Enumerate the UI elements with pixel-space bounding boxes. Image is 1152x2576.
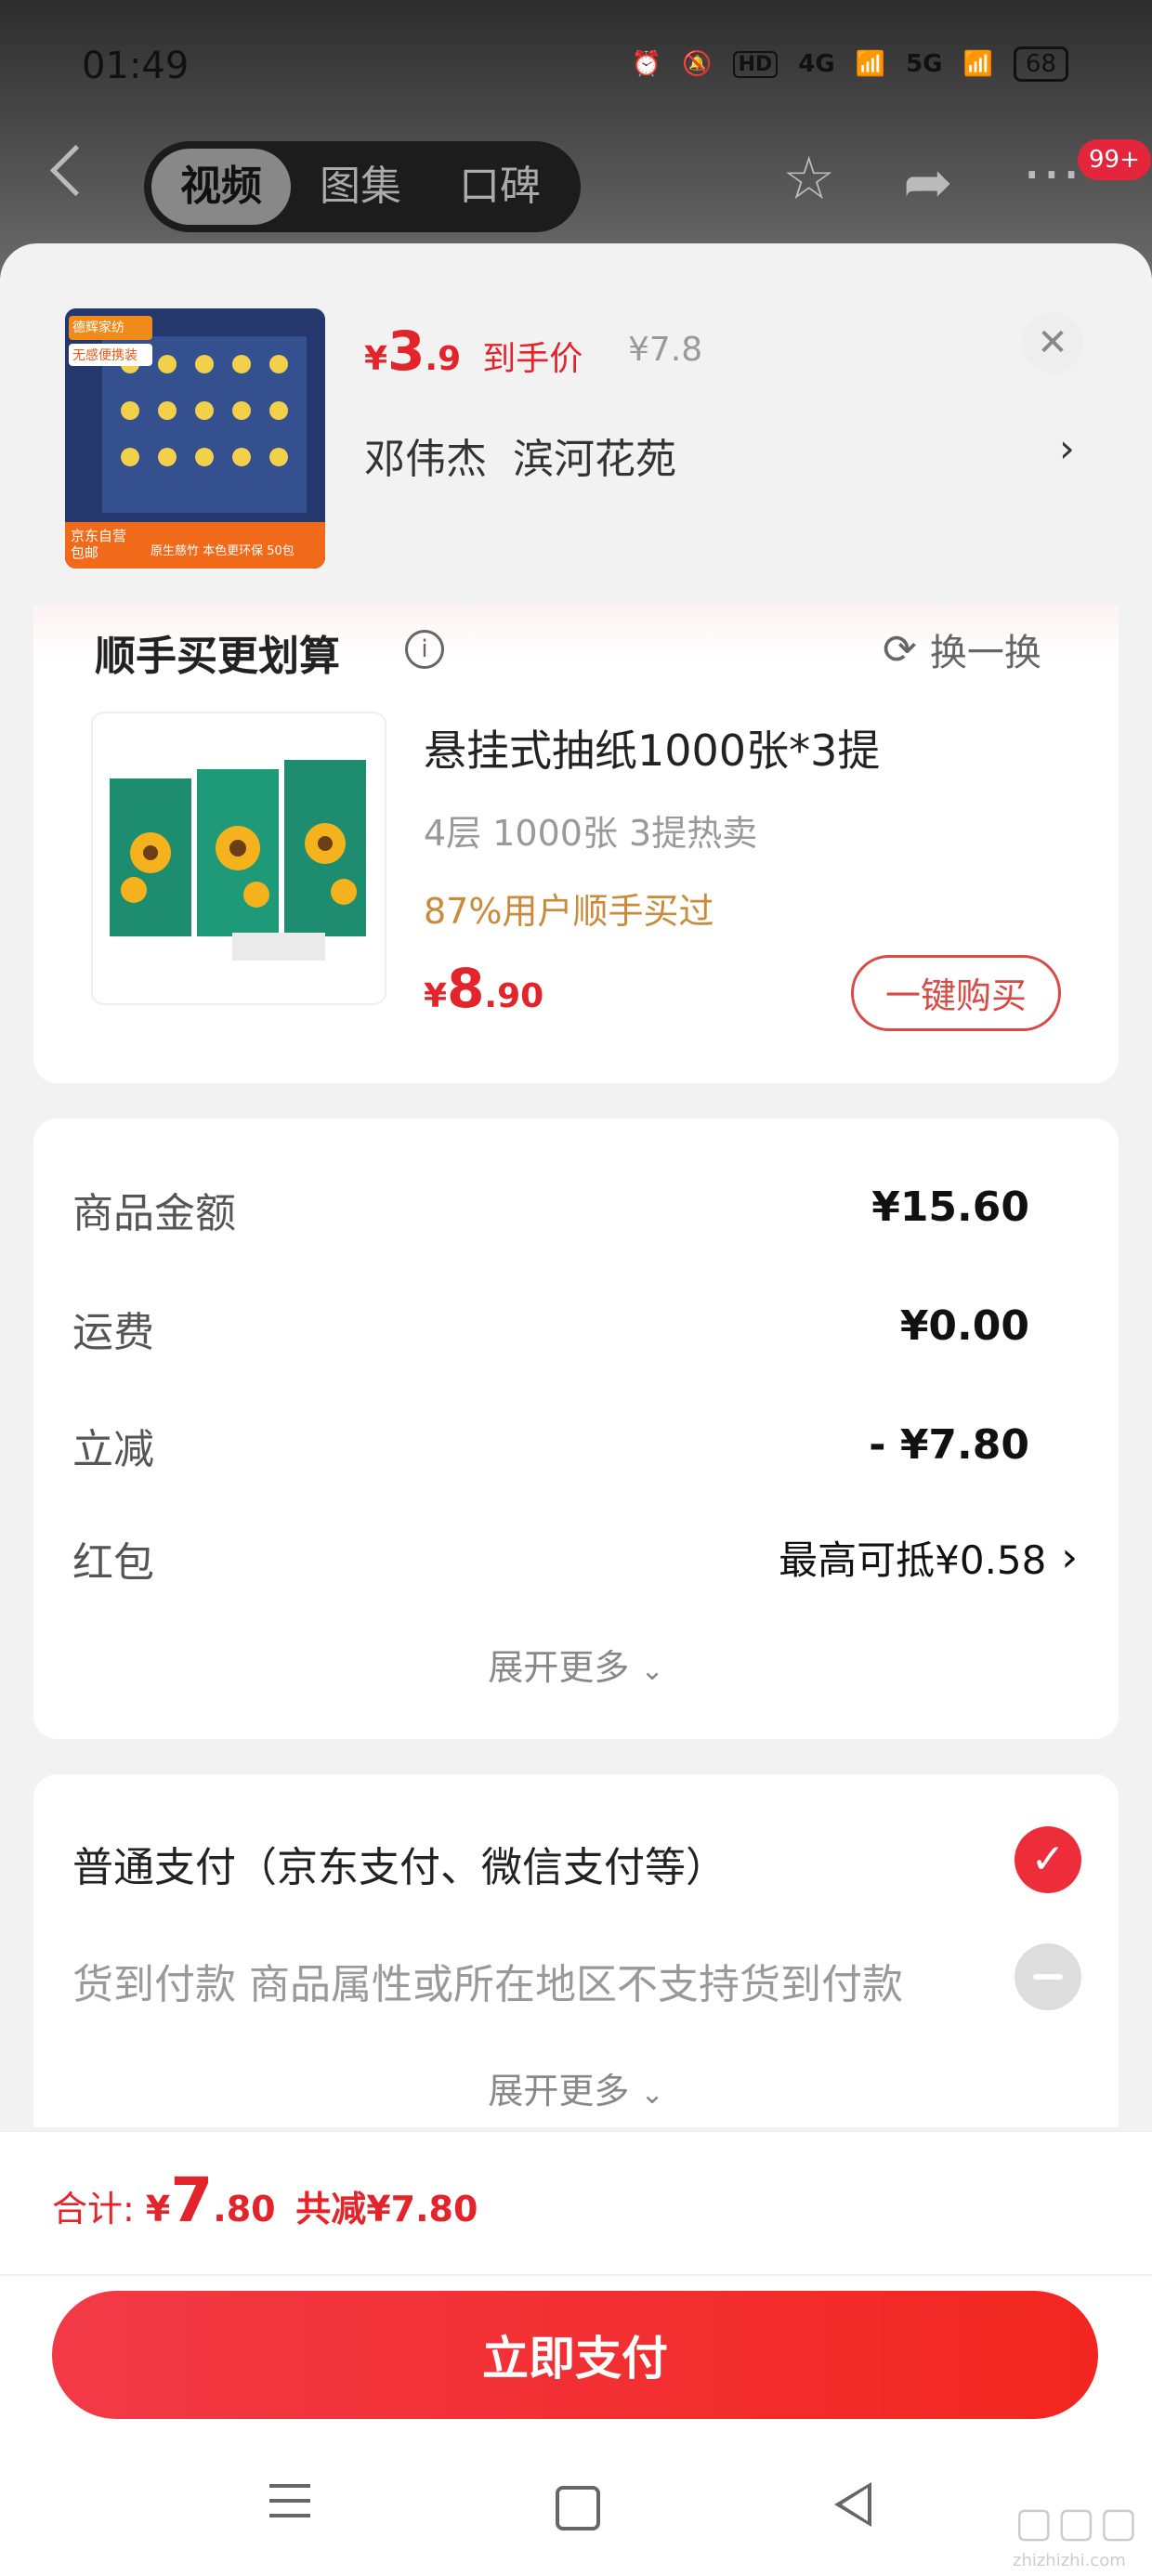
summary-label-shipping: 运费	[72, 1309, 154, 1356]
tab-gallery[interactable]: 图集	[291, 149, 430, 225]
product-price: ¥3.9 到手价	[364, 320, 583, 383]
total-currency: ¥	[145, 2189, 171, 2229]
summary-value-shipping: ¥0.00	[899, 1302, 1029, 1350]
thumb-tag-1: 德辉家纺	[72, 320, 124, 335]
signal-icon: 📶	[855, 50, 886, 78]
total-label: 合计:	[52, 2189, 146, 2229]
payment-expand-label: 展开更多	[488, 2071, 630, 2112]
home-icon[interactable]	[556, 2486, 600, 2530]
delivery-address[interactable]: 邓伟杰 滨河花苑	[364, 425, 676, 485]
share-icon[interactable]: ➦	[903, 149, 953, 217]
summary-value-redpacket: 最高可抵¥0.58	[779, 1537, 1047, 1583]
refresh-button[interactable]: ⟳ 换一换	[883, 622, 1041, 676]
redpacket-chevron-icon: ›	[1061, 1534, 1078, 1581]
status-time: 01:49	[82, 45, 190, 87]
refresh-label: 换一换	[929, 632, 1041, 674]
summary-label-goods: 商品金额	[72, 1190, 236, 1237]
product-thumbnail[interactable]: 德辉家纺 无感便携装 京东自营 包邮 原生慈竹 本色更环保 50包	[65, 308, 325, 569]
one-click-buy-button[interactable]: 一键购买	[851, 955, 1061, 1031]
payment-cod-disabled-icon	[1015, 1943, 1081, 2010]
more-icon[interactable]: ⋯	[1022, 139, 1081, 208]
price-label: 到手价	[482, 340, 583, 378]
summary-label-redpacket: 红包	[72, 1539, 154, 1587]
hd-label: HD	[732, 50, 779, 78]
thumb-footer-right: 原生慈竹 本色更环保 50包	[151, 544, 295, 558]
payment-expand-button[interactable]: 展开更多 ⌄	[0, 2062, 1152, 2113]
addon-price-currency: ¥	[424, 977, 448, 1015]
info-icon[interactable]: i	[405, 630, 444, 669]
summary-value-discount: - ¥7.80	[869, 1421, 1029, 1469]
address-chevron-icon[interactable]: ›	[1059, 425, 1075, 471]
addon-item-sub: 4层 1000张 3提热卖	[424, 813, 758, 854]
refresh-icon: ⟳	[883, 625, 917, 673]
summary-expand-button[interactable]: 展开更多 ⌄	[0, 1639, 1152, 1690]
network-4g-label: 4G	[798, 50, 835, 78]
thumb-footer-left: 京东自营 包邮	[71, 528, 127, 561]
summary-value-goods: ¥15.60	[871, 1183, 1029, 1231]
total-integer: 7	[170, 2164, 214, 2236]
price-integer: 3	[387, 320, 425, 383]
payment-cod-label: 货到付款 商品属性或所在地区不支持货到付款	[72, 1961, 903, 2008]
addon-item-title[interactable]: 悬挂式抽纸1000张*3提	[424, 717, 880, 778]
payment-normal-label[interactable]: 普通支付（京东支付、微信支付等）	[72, 1834, 727, 1893]
battery-icon: 68	[1013, 46, 1068, 82]
payment-normal-checkbox[interactable]: ✓	[1015, 1826, 1081, 1893]
signal-icon-2: 📶	[962, 50, 993, 78]
addon-price-integer: 8	[447, 957, 485, 1020]
original-price: ¥7.8	[628, 331, 703, 369]
pay-now-button[interactable]: 立即支付	[52, 2291, 1098, 2419]
total-decimal: .80	[213, 2189, 276, 2229]
media-tabs: 视频 图集 口碑	[144, 141, 581, 232]
notification-badge: 99+	[1078, 139, 1151, 180]
chevron-down-icon-2: ⌄	[640, 2078, 664, 2111]
star-icon[interactable]: ☆	[782, 145, 835, 214]
thumb-tag-2: 无感便携装	[72, 348, 137, 363]
footer-divider	[0, 2274, 1152, 2276]
addon-section-title: 顺手买更划算	[95, 633, 340, 680]
addon-social-proof: 87%用户顺手买过	[424, 891, 714, 932]
mute-icon: 🔕	[682, 50, 713, 78]
total-line: 合计: ¥7.80 共减¥7.80	[52, 2164, 478, 2236]
addon-thumbnail[interactable]	[91, 712, 386, 1005]
price-currency: ¥	[364, 340, 388, 378]
video-header	[0, 0, 1152, 279]
addon-price: ¥8.90	[424, 957, 543, 1020]
summary-label-discount: 立减	[72, 1426, 154, 1473]
status-bar-icons: ⏰ 🔕 HD 4G 📶 5G 📶 68	[632, 46, 1068, 82]
back-nav-icon-inner	[842, 2488, 868, 2521]
network-5g-label: 5G	[906, 50, 943, 78]
close-button[interactable]: ✕	[1022, 312, 1083, 373]
watermark-logo: ▢▢▢	[1015, 2499, 1142, 2546]
watermark: zhizhizhi.com	[1013, 2551, 1126, 2570]
summary-expand-label: 展开更多	[488, 1647, 630, 1688]
alarm-icon: ⏰	[631, 50, 662, 78]
total-saved: 共减¥7.80	[295, 2189, 478, 2229]
redpacket-row[interactable]: 最高可抵¥0.58 ›	[779, 1529, 1078, 1586]
addon-price-decimal: .90	[484, 977, 544, 1015]
chevron-down-icon: ⌄	[640, 1654, 664, 1687]
tab-reviews[interactable]: 口碑	[430, 149, 569, 225]
tab-video[interactable]: 视频	[151, 149, 291, 225]
menu-icon[interactable]	[269, 2484, 310, 2517]
price-decimal: .9	[425, 340, 462, 378]
